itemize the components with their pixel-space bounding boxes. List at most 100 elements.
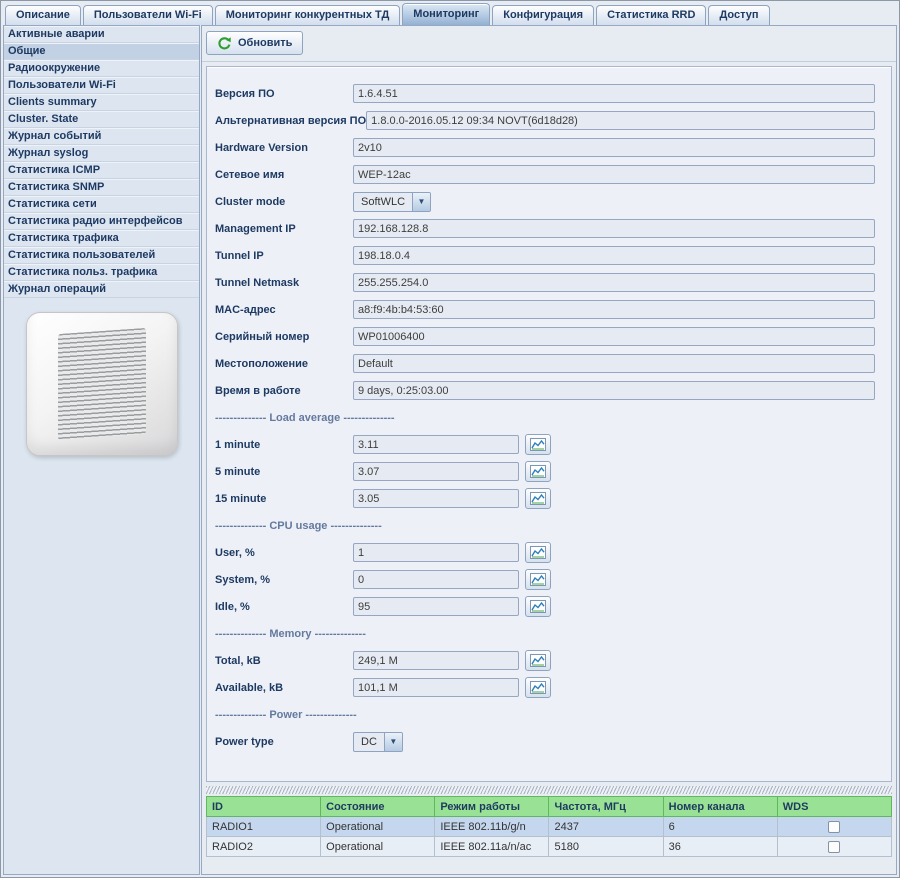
sidebar-item-13[interactable]: Статистика трафика bbox=[4, 230, 199, 247]
cpu-idle-label: Idle, % bbox=[213, 601, 353, 613]
hardware-version-label: Hardware Version bbox=[213, 142, 353, 154]
cpu-system-label: System, % bbox=[213, 574, 353, 586]
tab-4[interactable]: Мониторинг bbox=[402, 3, 490, 25]
section-header: -------------- CPU usage -------------- bbox=[213, 512, 883, 539]
power-type-label: Power type bbox=[213, 736, 353, 748]
load-1min-field[interactable] bbox=[353, 435, 519, 454]
tunnel-ip-field[interactable] bbox=[353, 246, 875, 265]
access-point-image bbox=[22, 308, 182, 460]
chart-button[interactable] bbox=[525, 488, 551, 509]
split-divider[interactable] bbox=[206, 786, 892, 794]
cpu-idle-field[interactable] bbox=[353, 597, 519, 616]
sidebar-item-7[interactable]: Журнал событий bbox=[4, 128, 199, 145]
chevron-down-icon[interactable]: ▼ bbox=[384, 733, 402, 751]
form-row: 1 minute bbox=[213, 431, 883, 458]
wds-checkbox[interactable] bbox=[828, 841, 840, 853]
sidebar-item-5[interactable]: Clients summary bbox=[4, 94, 199, 111]
chart-button[interactable] bbox=[525, 542, 551, 563]
memory-total-label: Total, kB bbox=[213, 655, 353, 667]
main-panel: Обновить Версия ПОАльтернативная версия … bbox=[201, 25, 897, 875]
management-ip-field[interactable] bbox=[353, 219, 875, 238]
section-header: -------------- Memory -------------- bbox=[213, 620, 883, 647]
mac-address-field[interactable] bbox=[353, 300, 875, 319]
mac-address-label: MAC-адрес bbox=[213, 304, 353, 316]
sidebar-item-8[interactable]: Журнал syslog bbox=[4, 145, 199, 162]
memory-available-field[interactable] bbox=[353, 678, 519, 697]
cpu-user-field[interactable] bbox=[353, 543, 519, 562]
sidebar-item-2[interactable]: Общие bbox=[4, 43, 199, 60]
tab-1[interactable]: Описание bbox=[5, 5, 81, 25]
cell-freq: 2437 bbox=[549, 817, 663, 837]
form-row: Серийный номер bbox=[213, 323, 883, 350]
form-row: 15 minute bbox=[213, 485, 883, 512]
chart-button[interactable] bbox=[525, 596, 551, 617]
tunnel-ip-label: Tunnel IP bbox=[213, 250, 353, 262]
tab-2[interactable]: Пользователи Wi-Fi bbox=[83, 5, 213, 25]
serial-number-field[interactable] bbox=[353, 327, 875, 346]
sidebar-item-12[interactable]: Статистика радио интерфейсов bbox=[4, 213, 199, 230]
form-row: Management IP bbox=[213, 215, 883, 242]
column-header-6[interactable]: WDS bbox=[777, 797, 891, 817]
location-field[interactable] bbox=[353, 354, 875, 373]
column-header-3[interactable]: Режим работы bbox=[435, 797, 549, 817]
cell-state: Operational bbox=[321, 817, 435, 837]
memory-total-field[interactable] bbox=[353, 651, 519, 670]
sidebar-item-10[interactable]: Статистика SNMP bbox=[4, 179, 199, 196]
refresh-icon bbox=[217, 36, 232, 51]
cluster-mode-combobox[interactable]: SoftWLC▼ bbox=[353, 192, 431, 212]
sidebar-item-1[interactable]: Активные аварии bbox=[4, 26, 199, 43]
sidebar-item-9[interactable]: Статистика ICMP bbox=[4, 162, 199, 179]
sidebar-item-16[interactable]: Журнал операций bbox=[4, 281, 199, 298]
column-header-2[interactable]: Состояние bbox=[321, 797, 435, 817]
chart-button[interactable] bbox=[525, 569, 551, 590]
chevron-down-icon[interactable]: ▼ bbox=[412, 193, 430, 211]
toolbar: Обновить bbox=[202, 26, 896, 62]
form-row: System, % bbox=[213, 566, 883, 593]
cell-freq: 5180 bbox=[549, 837, 663, 857]
sidebar-item-6[interactable]: Cluster. State bbox=[4, 111, 199, 128]
column-header-1[interactable]: ID bbox=[207, 797, 321, 817]
network-name-field[interactable] bbox=[353, 165, 875, 184]
column-header-5[interactable]: Номер канала bbox=[663, 797, 777, 817]
refresh-button[interactable]: Обновить bbox=[206, 31, 303, 55]
form-row: Available, kB bbox=[213, 674, 883, 701]
chart-button[interactable] bbox=[525, 677, 551, 698]
column-header-4[interactable]: Частота, МГц bbox=[549, 797, 663, 817]
form-row: MAC-адрес bbox=[213, 296, 883, 323]
firmware-version-label: Версия ПО bbox=[213, 88, 353, 100]
chart-button[interactable] bbox=[525, 461, 551, 482]
tab-7[interactable]: Доступ bbox=[708, 5, 769, 25]
tunnel-netmask-field[interactable] bbox=[353, 273, 875, 292]
firmware-version-field[interactable] bbox=[353, 84, 875, 103]
sidebar-item-11[interactable]: Статистика сети bbox=[4, 196, 199, 213]
chart-button[interactable] bbox=[525, 434, 551, 455]
sidebar-item-3[interactable]: Радиоокружение bbox=[4, 60, 199, 77]
form-row: Tunnel Netmask bbox=[213, 269, 883, 296]
sidebar-item-4[interactable]: Пользователи Wi-Fi bbox=[4, 77, 199, 94]
load-1min-label: 1 minute bbox=[213, 439, 353, 451]
form-row: User, % bbox=[213, 539, 883, 566]
section-header: -------------- Load average ------------… bbox=[213, 404, 883, 431]
power-type-value: DC bbox=[354, 733, 384, 751]
uptime-field[interactable] bbox=[353, 381, 875, 400]
hardware-version-field[interactable] bbox=[353, 138, 875, 157]
sidebar-item-14[interactable]: Статистика пользователей bbox=[4, 247, 199, 264]
chart-button[interactable] bbox=[525, 650, 551, 671]
table-row[interactable]: RADIO2OperationalIEEE 802.11a/n/ac518036 bbox=[207, 837, 892, 857]
form-row: Power typeDC▼ bbox=[213, 728, 883, 755]
alt-firmware-version-field[interactable] bbox=[366, 111, 875, 130]
tab-6[interactable]: Статистика RRD bbox=[596, 5, 706, 25]
form-row: Idle, % bbox=[213, 593, 883, 620]
form-row: Версия ПО bbox=[213, 80, 883, 107]
load-5min-field[interactable] bbox=[353, 462, 519, 481]
tab-5[interactable]: Конфигурация bbox=[492, 5, 594, 25]
load-15min-field[interactable] bbox=[353, 489, 519, 508]
wds-checkbox[interactable] bbox=[828, 821, 840, 833]
tab-3[interactable]: Мониторинг конкурентных ТД bbox=[215, 5, 401, 25]
sidebar-item-15[interactable]: Статистика польз. трафика bbox=[4, 264, 199, 281]
power-type-combobox[interactable]: DC▼ bbox=[353, 732, 403, 752]
table-row[interactable]: RADIO1OperationalIEEE 802.11b/g/n24376 bbox=[207, 817, 892, 837]
load-15min-label: 15 minute bbox=[213, 493, 353, 505]
cell-id: RADIO2 bbox=[207, 837, 321, 857]
cpu-system-field[interactable] bbox=[353, 570, 519, 589]
